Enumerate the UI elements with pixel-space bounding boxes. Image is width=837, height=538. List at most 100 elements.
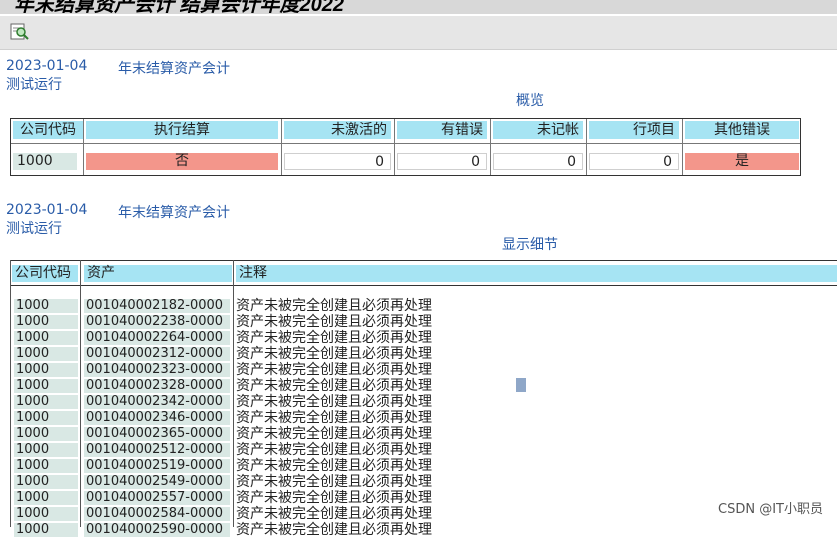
run-mode-label-2: 测试运行 — [6, 221, 62, 237]
overview-other-errors-value[interactable]: 是 — [685, 153, 799, 170]
table-row[interactable]: 1000 001040002365-0000 资产未被完全创建且必须再处理 — [10, 426, 837, 442]
col-header-line-items[interactable]: 行项目 — [589, 121, 679, 139]
row-note: 资产未被完全创建且必须再处理 — [236, 378, 432, 394]
row-company-code[interactable]: 1000 — [14, 347, 78, 361]
row-company-code[interactable]: 1000 — [14, 299, 78, 313]
row-company-code[interactable]: 1000 — [14, 475, 78, 489]
col-divider — [83, 119, 84, 175]
row-asset-number[interactable]: 001040002182-0000 — [84, 299, 230, 313]
row-note: 资产未被完全创建且必须再处理 — [236, 522, 432, 538]
cursor-marker — [516, 378, 526, 392]
row-note: 资产未被完全创建且必须再处理 — [236, 474, 432, 490]
row-company-code[interactable]: 1000 — [14, 363, 78, 377]
window-title-bar: 年末结算资产会计 结算会计年度2022 — [0, 0, 837, 14]
row-asset-number[interactable]: 001040002328-0000 — [84, 379, 230, 393]
overview-heading: 概览 — [516, 93, 544, 109]
row-asset-number[interactable]: 001040002512-0000 — [84, 443, 230, 457]
overview-unposted-value[interactable]: 0 — [493, 153, 583, 170]
row-note: 资产未被完全创建且必须再处理 — [236, 298, 432, 314]
row-company-code[interactable]: 1000 — [14, 331, 78, 345]
col-divider — [394, 119, 395, 175]
row-asset-number[interactable]: 001040002557-0000 — [84, 491, 230, 505]
row-note: 资产未被完全创建且必须再处理 — [236, 314, 432, 330]
row-asset-number[interactable]: 001040002342-0000 — [84, 395, 230, 409]
col-header-run-closing[interactable]: 执行结算 — [86, 121, 278, 139]
run-mode-label: 测试运行 — [6, 77, 62, 93]
table-row[interactable]: 1000 001040002323-0000 资产未被完全创建且必须再处理 — [10, 362, 837, 378]
row-asset-number[interactable]: 001040002323-0000 — [84, 363, 230, 377]
row-note: 资产未被完全创建且必须再处理 — [236, 426, 432, 442]
row-asset-number[interactable]: 001040002519-0000 — [84, 459, 230, 473]
row-company-code[interactable]: 1000 — [14, 395, 78, 409]
row-note: 资产未被完全创建且必须再处理 — [236, 346, 432, 362]
table-row[interactable]: 1000 001040002512-0000 资产未被完全创建且必须再处理 — [10, 442, 837, 458]
report-title-2: 年末结算资产会计 — [118, 205, 230, 221]
row-asset-number[interactable]: 001040002584-0000 — [84, 507, 230, 521]
row-asset-number[interactable]: 001040002312-0000 — [84, 347, 230, 361]
row-company-code[interactable]: 1000 — [14, 491, 78, 505]
col-divider — [682, 119, 683, 175]
details-table-body: 1000 001040002182-0000 资产未被完全创建且必须再处理 1000 0… — [10, 298, 837, 538]
table-row[interactable]: 1000 001040002346-0000 资产未被完全创建且必须再处理 — [10, 410, 837, 426]
row-company-code[interactable]: 1000 — [14, 427, 78, 441]
details-table-header: 公司代码 资产 注释 — [10, 260, 837, 286]
col-header-with-errors[interactable]: 有错误 — [397, 121, 487, 139]
table-row[interactable]: 1000 001040002328-0000 资产未被完全创建且必须再处理 — [10, 378, 837, 394]
overview-run-closing-value[interactable]: 否 — [86, 153, 278, 170]
table-row[interactable]: 1000 001040002519-0000 资产未被完全创建且必须再处理 — [10, 458, 837, 474]
table-row[interactable]: 1000 001040002590-0000 资产未被完全创建且必须再处理 — [10, 522, 837, 538]
row-note: 资产未被完全创建且必须再处理 — [236, 394, 432, 410]
row-note: 资产未被完全创建且必须再处理 — [236, 490, 432, 506]
row-note: 资产未被完全创建且必须再处理 — [236, 506, 432, 522]
col-header-unposted[interactable]: 未记帐 — [493, 121, 583, 139]
overview-line-items-value[interactable]: 0 — [589, 153, 679, 170]
col-divider — [586, 119, 587, 175]
row-company-code[interactable]: 1000 — [14, 459, 78, 473]
row-asset-number[interactable]: 001040002590-0000 — [84, 523, 230, 537]
col-divider — [490, 119, 491, 175]
row-note: 资产未被完全创建且必须再处理 — [236, 458, 432, 474]
col-header-inactive[interactable]: 未激活的 — [284, 121, 391, 139]
table-row[interactable]: 1000 001040002264-0000 资产未被完全创建且必须再处理 — [10, 330, 837, 346]
table-row[interactable]: 1000 001040002312-0000 资产未被完全创建且必须再处理 — [10, 346, 837, 362]
row-note: 资产未被完全创建且必须再处理 — [236, 362, 432, 378]
col-header-note[interactable]: 注释 — [236, 265, 837, 282]
row-note: 资产未被完全创建且必须再处理 — [236, 442, 432, 458]
table-row[interactable]: 1000 001040002549-0000 资产未被完全创建且必须再处理 — [10, 474, 837, 490]
report-title: 年末结算资产会计 — [118, 61, 230, 77]
col-header-asset[interactable]: 资产 — [84, 265, 232, 282]
row-company-code[interactable]: 1000 — [14, 523, 78, 537]
row-asset-number[interactable]: 001040002264-0000 — [84, 331, 230, 345]
overview-with-errors-value[interactable]: 0 — [397, 153, 487, 170]
report-date: 2023-01-04 — [6, 58, 88, 74]
col-header-other-errors[interactable]: 其他错误 — [685, 121, 799, 139]
row-company-code[interactable]: 1000 — [14, 411, 78, 425]
application-toolbar — [0, 16, 837, 50]
row-company-code[interactable]: 1000 — [14, 379, 78, 393]
table-row[interactable]: 1000 001040002342-0000 资产未被完全创建且必须再处理 — [10, 394, 837, 410]
row-asset-number[interactable]: 001040002346-0000 — [84, 411, 230, 425]
col-header-company-code-2[interactable]: 公司代码 — [12, 265, 78, 282]
row-note: 资产未被完全创建且必须再处理 — [236, 410, 432, 426]
row-asset-number[interactable]: 001040002365-0000 — [84, 427, 230, 441]
details-heading: 显示细节 — [502, 237, 558, 253]
row-asset-number[interactable]: 001040002549-0000 — [84, 475, 230, 489]
overview-table: 公司代码 执行结算 未激活的 有错误 未记帐 行项目 其他错误 1000 否 0… — [10, 118, 801, 176]
row-company-code[interactable]: 1000 — [14, 443, 78, 457]
row-company-code[interactable]: 1000 — [14, 507, 78, 521]
table-row[interactable]: 1000 001040002238-0000 资产未被完全创建且必须再处理 — [10, 314, 837, 330]
report-date-2: 2023-01-04 — [6, 202, 88, 218]
overview-inactive-value[interactable]: 0 — [284, 153, 391, 170]
table-row[interactable]: 1000 001040002557-0000 资产未被完全创建且必须再处理 — [10, 490, 837, 506]
watermark: CSDN @IT小职员 — [718, 502, 823, 517]
search-detail-icon[interactable] — [10, 22, 30, 42]
table-row[interactable]: 1000 001040002182-0000 资产未被完全创建且必须再处理 — [10, 298, 837, 314]
col-header-company-code[interactable]: 公司代码 — [13, 121, 83, 139]
window-title: 年末结算资产会计 结算会计年度2022 — [14, 0, 345, 14]
row-asset-number[interactable]: 001040002238-0000 — [84, 315, 230, 329]
row-note: 资产未被完全创建且必须再处理 — [236, 330, 432, 346]
overview-company-code-value[interactable]: 1000 — [13, 153, 77, 170]
row-company-code[interactable]: 1000 — [14, 315, 78, 329]
col-divider — [281, 119, 282, 175]
table-row[interactable]: 1000 001040002584-0000 资产未被完全创建且必须再处理 — [10, 506, 837, 522]
